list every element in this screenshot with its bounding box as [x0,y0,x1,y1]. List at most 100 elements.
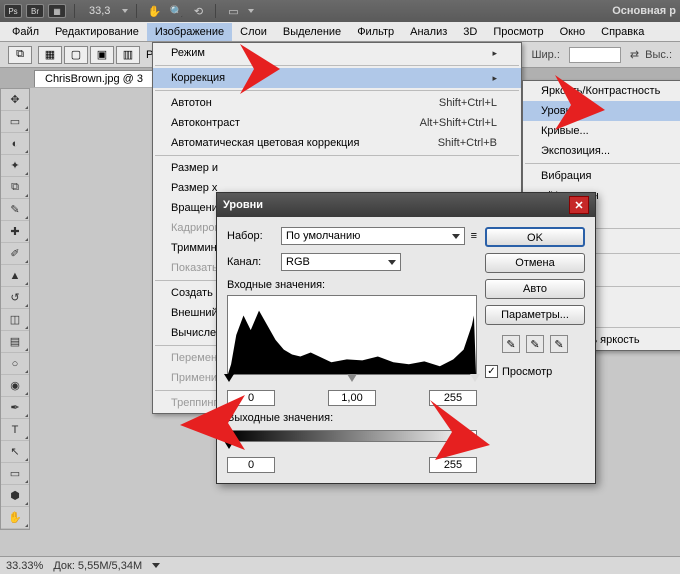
output-black-value[interactable]: 0 [227,457,275,473]
document-tab[interactable]: ChrisBrown.jpg @ 3 [34,70,154,87]
out-black-slider[interactable] [224,441,234,449]
white-eyedropper[interactable]: ✎ [550,335,568,353]
move-tool[interactable]: ✥ [1,89,29,111]
type-tool[interactable]: T [1,419,29,441]
status-zoom[interactable]: 33.33% [6,560,43,572]
output-white-value[interactable]: 255 [429,457,477,473]
close-button[interactable]: ✕ [569,196,589,214]
histogram[interactable] [227,295,477,375]
gradient-tool[interactable]: ▤ [1,331,29,353]
white-point-slider[interactable] [470,374,480,382]
3d-tool[interactable]: ⬢ [1,485,29,507]
crop-overlay-4[interactable]: ▥ [116,46,140,64]
workspace-label[interactable]: Основная р [612,5,676,17]
crop-overlay-1[interactable]: ▦ [38,46,62,64]
sub-brightcontrast[interactable]: Яркость/Контрастность [523,81,680,101]
menu-analysis[interactable]: Анализ [402,23,455,41]
crop-tool-preset-icon[interactable]: ⧉ [8,46,32,64]
screen-mode-icon[interactable]: ▭ [224,3,242,19]
input-black-value[interactable]: 0 [227,390,275,406]
eyedropper-tool[interactable]: ✎ [1,199,29,221]
preset-menu-icon[interactable]: ≡ [471,230,477,242]
swap-icon[interactable]: ⇄ [630,48,639,61]
menu-filter[interactable]: Фильтр [349,23,402,41]
mini-bridge-icon[interactable]: ▦ [48,4,66,18]
ok-button[interactable]: OK [485,227,585,247]
crop-overlay-3[interactable]: ▣ [90,46,114,64]
sub-vibrance[interactable]: Вибрация [523,166,680,186]
input-white-value[interactable]: 255 [429,390,477,406]
gray-eyedropper[interactable]: ✎ [526,335,544,353]
zoom-tool-icon[interactable]: 🔍 [167,3,185,19]
dodge-tool[interactable]: ◉ [1,375,29,397]
menu-3d[interactable]: 3D [455,23,485,41]
crop-overlay-2[interactable]: ▢ [64,46,88,64]
preset-select[interactable]: По умолчанию [281,227,465,245]
out-white-slider[interactable] [470,441,480,449]
menu-autocolor[interactable]: Автоматическая цветовая коррекцияShift+C… [153,133,521,153]
menu-image-size[interactable]: Размер и [153,158,521,178]
menu-bar: Файл Редактирование Изображение Слои Выд… [0,22,680,42]
status-bar: 33.33% Док: 5,55M/5,34M [0,556,680,574]
menu-autocontrast[interactable]: АвтоконтрастAlt+Shift+Ctrl+L [153,113,521,133]
menu-edit[interactable]: Редактирование [47,23,147,41]
sub-exposure[interactable]: Экспозиция... [523,141,680,161]
lasso-tool[interactable]: ◐ [1,133,29,155]
hand-tool[interactable]: ✋ [1,507,29,529]
width-label: Шир.: [531,49,559,61]
shape-tool[interactable]: ▭ [1,463,29,485]
channel-label: Канал: [227,256,275,268]
mid-point-slider[interactable] [347,374,357,382]
zoom-dropdown-icon[interactable] [122,9,128,13]
auto-button[interactable]: Авто [485,279,585,299]
preview-checkbox[interactable]: ✓ [485,365,498,378]
output-slider[interactable] [227,441,477,455]
input-mid-value[interactable]: 1,00 [328,390,376,406]
levels-dialog: Уровни ✕ Набор: По умолчанию ≡ Канал: RG… [216,192,596,484]
path-tool[interactable]: ↖ [1,441,29,463]
params-button[interactable]: Параметры... [485,305,585,325]
window-titlebar: Ps Br ▦ 33,3 ✋ 🔍 ⟲ ▭ Основная р [0,0,680,22]
blur-tool[interactable]: ○ [1,353,29,375]
crop-overlay-group: ▦ ▢ ▣ ▥ [38,46,140,64]
status-doc[interactable]: Док: 5,55M/5,34M [53,560,142,572]
input-values-label: Входные значения: [227,279,477,291]
bridge-icon[interactable]: Br [26,4,44,18]
wand-tool[interactable]: ✦ [1,155,29,177]
menu-help[interactable]: Справка [593,23,652,41]
eraser-tool[interactable]: ◫ [1,309,29,331]
menu-autotone[interactable]: АвтотонShift+Ctrl+L [153,93,521,113]
screen-mode-dropdown-icon[interactable] [248,9,254,13]
menu-select[interactable]: Выделение [275,23,349,41]
pen-tool[interactable]: ✒ [1,397,29,419]
marquee-tool[interactable]: ▭ [1,111,29,133]
menu-layers[interactable]: Слои [232,23,275,41]
width-input[interactable] [569,47,621,63]
black-eyedropper[interactable]: ✎ [502,335,520,353]
black-point-slider[interactable] [224,374,234,382]
crop-tool[interactable]: ⧉ [1,177,29,199]
sub-levels[interactable]: Уровни... [523,101,680,121]
dialog-title: Уровни [223,199,263,211]
brush-tool[interactable]: ✐ [1,243,29,265]
menu-window[interactable]: Окно [552,23,594,41]
hand-tool-icon[interactable]: ✋ [145,3,163,19]
stamp-tool[interactable]: ▲ [1,265,29,287]
dialog-titlebar[interactable]: Уровни ✕ [217,193,595,217]
history-brush-tool[interactable]: ↺ [1,287,29,309]
status-dropdown-icon[interactable] [152,563,160,568]
rotate-view-icon[interactable]: ⟲ [189,3,207,19]
channel-select[interactable]: RGB [281,253,401,271]
menu-correction[interactable]: Коррекция [153,68,521,88]
tools-panel: ✥ ▭ ◐ ✦ ⧉ ✎ ✚ ✐ ▲ ↺ ◫ ▤ ○ ◉ ✒ T ↖ ▭ ⬢ ✋ [0,88,30,530]
menu-image[interactable]: Изображение [147,23,232,41]
healing-tool[interactable]: ✚ [1,221,29,243]
menu-mode[interactable]: Режим [153,43,521,63]
height-label: Выс.: [645,49,672,61]
sub-curves[interactable]: Кривые... [523,121,680,141]
cancel-button[interactable]: Отмена [485,253,585,273]
zoom-level[interactable]: 33,3 [89,5,110,17]
menu-file[interactable]: Файл [4,23,47,41]
input-slider[interactable] [227,374,477,388]
menu-view[interactable]: Просмотр [485,23,551,41]
